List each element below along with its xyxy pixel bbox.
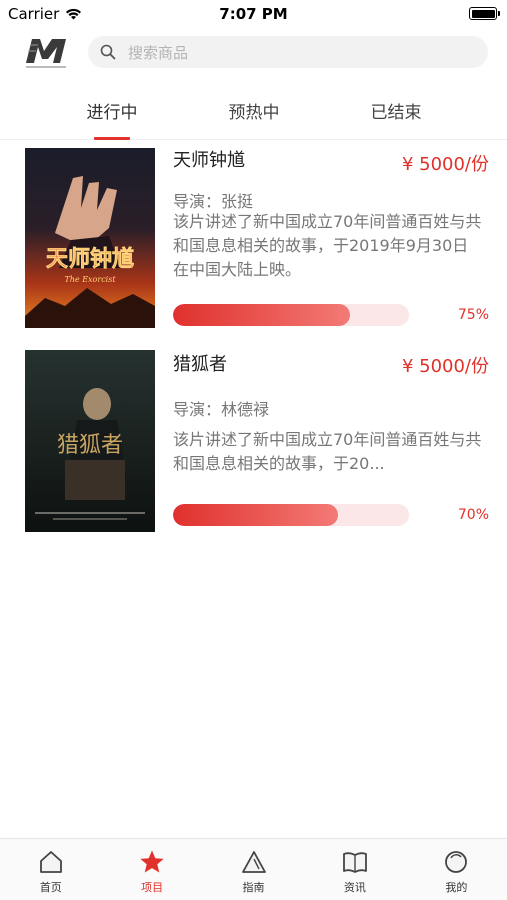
status-bar: Carrier 7:07 PM [0,0,507,28]
poster-title-text: 天师钟馗 [46,246,134,272]
progress-percent: 70% [457,507,489,523]
search-icon [100,44,116,60]
project-title: 猎狐者 [173,354,227,375]
progress-bar [173,504,409,526]
status-time: 7:07 PM [219,5,288,23]
header: 搜索商品 [0,30,507,76]
tabbar-item-home[interactable]: 首页 [0,839,101,900]
star-icon [140,850,164,873]
tabbar-label: 我的 [445,881,468,894]
project-price: ¥ 5000/份 [401,356,489,377]
battery-icon [469,7,500,20]
home-icon [39,851,62,873]
book-icon [343,852,367,873]
project-director: 导演：张挺 [173,192,254,211]
progress-bar [173,304,409,326]
search-placeholder: 搜索商品 [128,43,189,62]
tabbar-label: 首页 [39,881,62,894]
m-logo-icon[interactable] [22,33,70,71]
profile-icon [445,851,468,873]
project-description: 该片讲述了新中国成立70年间普通百姓与共和国息息相关的故事，于20... [173,430,482,473]
project-director: 导演：林德禄 [173,400,270,419]
poster-image[interactable]: 猎狐者 [25,350,155,532]
search-input[interactable]: 搜索商品 [88,36,488,68]
poster-image[interactable]: 天师钟馗 The Exorcist [25,148,155,328]
tabbar-label: 指南 [242,881,265,894]
tabbar-label: 项目 [141,881,164,894]
project-title: 天师钟馗 [173,150,245,171]
progress-percent: 75% [457,307,489,323]
project-card[interactable]: 猎狐者 猎狐者 ¥ 5000/份 导演：林德禄 该片讲述了新中国成立70年间普通… [0,340,507,532]
tabbar-item-projects[interactable]: 项目 [101,839,202,900]
tabbar-item-profile[interactable]: 我的 [406,839,507,900]
tabbar-item-guide[interactable]: 指南 [203,839,304,900]
bottom-tab-bar: 首页 项目 指南 资讯 我的 [0,838,507,900]
project-price: ¥ 5000/份 [401,154,489,175]
progress-fill [173,504,339,526]
project-description: 该片讲述了新中国成立70年间普通百姓与共和国息息相关的故事，于2019年9月30… [173,212,482,279]
tabbar-label: 资讯 [343,881,366,894]
poster-subtitle-text: The Exorcist [64,275,116,284]
project-card[interactable]: 天师钟馗 The Exorcist 天师钟馗 ¥ 5000/份 导演：张挺 该片… [0,140,507,330]
tab-in-progress[interactable]: 进行中 [52,98,172,123]
compass-icon [241,851,266,873]
tabbar-item-news[interactable]: 资讯 [304,839,405,900]
segment-tabs: 进行中 预热中 已结束 [0,80,507,140]
progress-fill [173,304,350,326]
tab-ended[interactable]: 已结束 [336,98,456,123]
poster-title-text: 猎狐者 [57,433,123,458]
tab-warming-up[interactable]: 预热中 [194,98,314,123]
